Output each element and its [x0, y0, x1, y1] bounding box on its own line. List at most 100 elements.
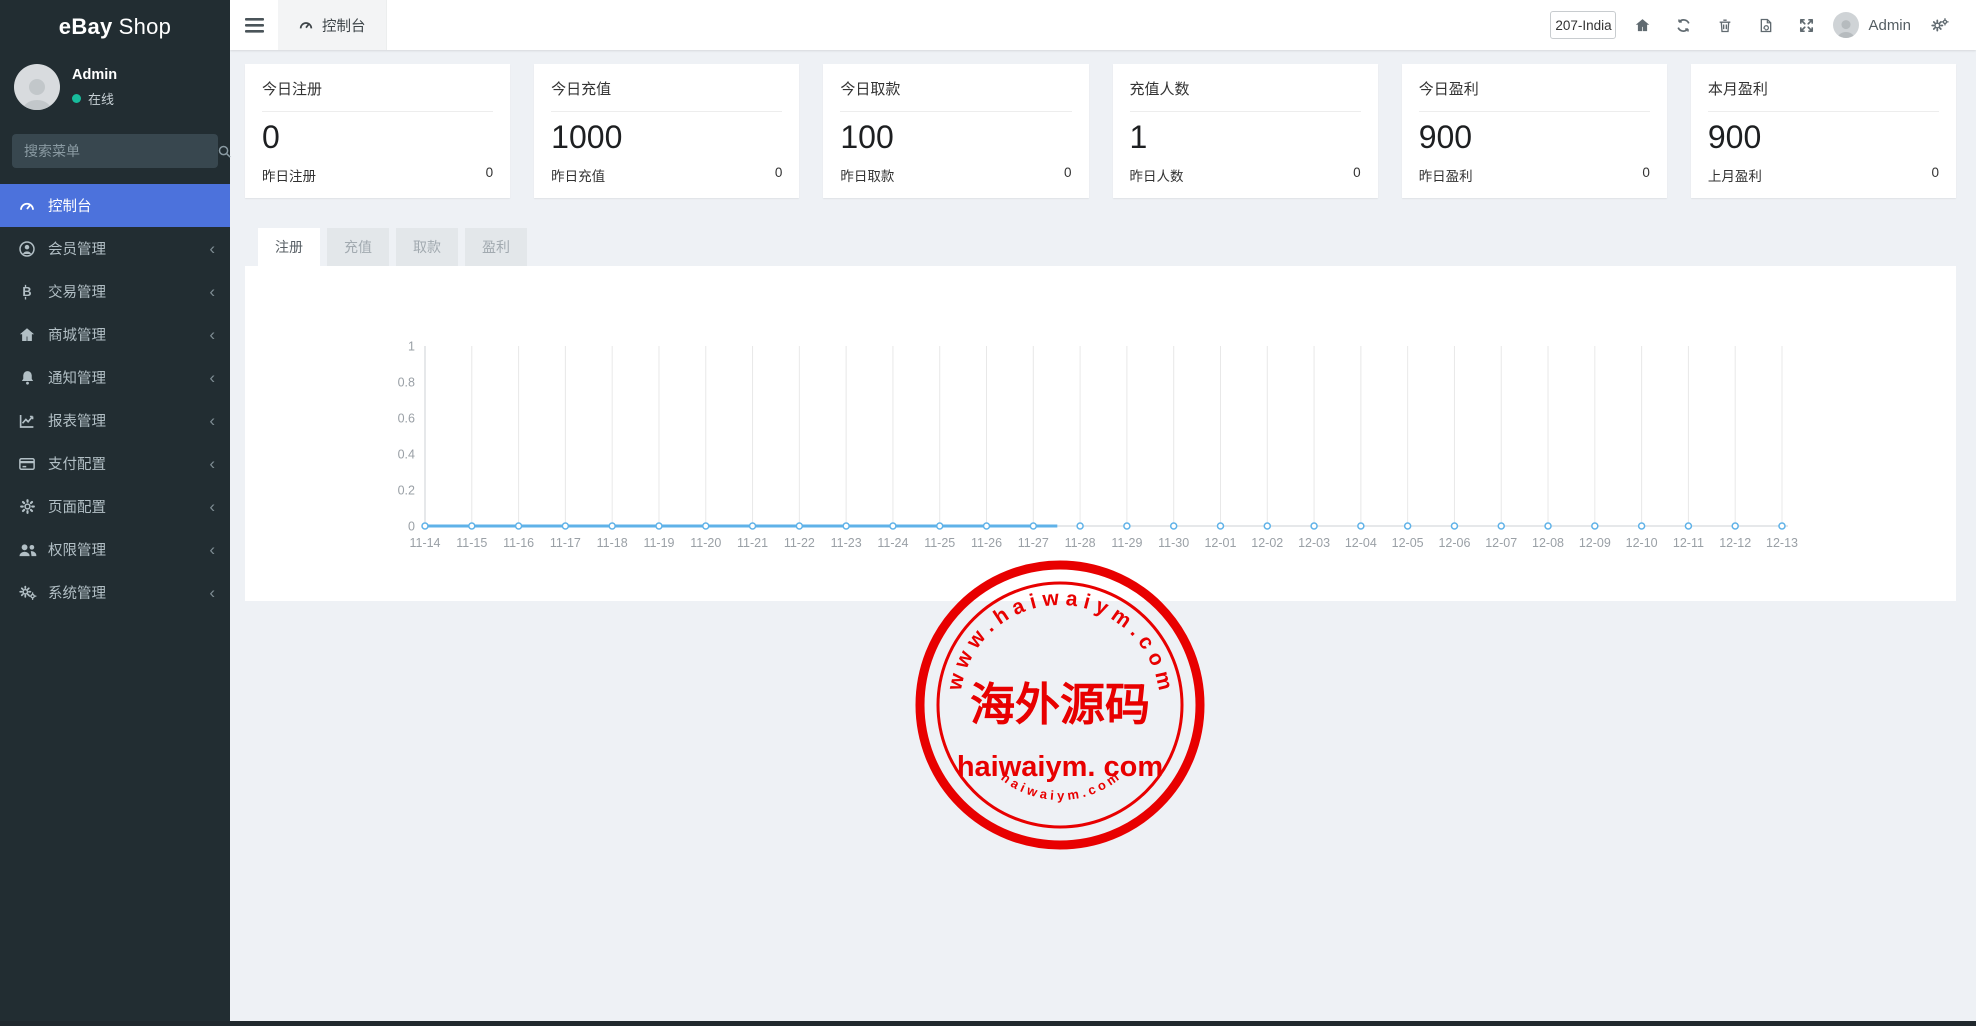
svg-text:12-05: 12-05: [1392, 536, 1424, 550]
chart-tabs: 注册 充值 取款 盈利: [245, 228, 1956, 266]
sidebar-item-label: 会员管理: [48, 238, 106, 259]
sidebar-item-reports[interactable]: 报表管理 ‹: [0, 399, 230, 442]
home-icon: [15, 326, 39, 344]
svg-text:11-16: 11-16: [503, 536, 534, 550]
admin-menu[interactable]: Admin: [1833, 12, 1911, 38]
chevron-left-icon: ‹: [209, 455, 215, 472]
sidebar-item-label: 权限管理: [48, 539, 106, 560]
sidebar-item-permissions[interactable]: 权限管理 ‹: [0, 528, 230, 571]
hamburger-menu-icon[interactable]: [230, 0, 278, 50]
tab-profit[interactable]: 盈利: [465, 228, 527, 266]
person-icon: [14, 70, 60, 110]
sidebar-item-payment-config[interactable]: 支付配置 ‹: [0, 442, 230, 485]
sidebar-item-label: 报表管理: [48, 410, 106, 431]
svg-text:11-15: 11-15: [456, 536, 487, 550]
users-icon: [15, 541, 39, 558]
tab-dashboard[interactable]: 控制台: [278, 0, 387, 50]
card-sub-label: 昨日充值: [551, 165, 605, 185]
svg-text:11-24: 11-24: [877, 536, 908, 550]
sidebar-item-transactions[interactable]: B 交易管理 ‹: [0, 270, 230, 313]
sidebar-item-label: 控制台: [48, 195, 92, 216]
svg-text:11-30: 11-30: [1158, 536, 1189, 550]
sidebar-item-dashboard[interactable]: 控制台: [0, 184, 230, 227]
sidebar-item-page-config[interactable]: 页面配置 ‹: [0, 485, 230, 528]
tab-register[interactable]: 注册: [258, 228, 320, 266]
fullscreen-icon[interactable]: [1786, 0, 1827, 50]
chevron-left-icon: ‹: [209, 240, 215, 257]
bell-icon: [15, 369, 39, 386]
user-status-label: 在线: [88, 89, 114, 108]
card-sub-label: 上月盈利: [1708, 165, 1762, 185]
sidebar-item-notifications[interactable]: 通知管理 ‹: [0, 356, 230, 399]
svg-text:11-29: 11-29: [1111, 536, 1142, 550]
region-input[interactable]: [1550, 11, 1616, 39]
svg-text:11-14: 11-14: [409, 536, 440, 550]
sidebar-item-label: 页面配置: [48, 496, 106, 517]
search-icon[interactable]: [217, 144, 232, 159]
user-panel: Admin 在线: [0, 54, 230, 116]
refresh-icon[interactable]: [1663, 0, 1704, 50]
card-sub-value: 0: [1642, 165, 1650, 185]
card-title: 充值人数: [1130, 78, 1361, 99]
card-value: 100: [840, 116, 1071, 159]
card-sub-value: 0: [1353, 165, 1361, 185]
topbar-tools: Admin: [1550, 0, 1976, 50]
search-input[interactable]: [12, 143, 217, 159]
svg-text:12-02: 12-02: [1251, 536, 1283, 550]
sidebar-item-label: 交易管理: [48, 281, 106, 302]
svg-text:11-18: 11-18: [597, 536, 628, 550]
card-title: 今日充值: [551, 78, 782, 99]
svg-text:11-21: 11-21: [737, 536, 768, 550]
card-value: 1: [1130, 116, 1361, 159]
avatar: [14, 64, 60, 110]
bottom-edge: [0, 1021, 1976, 1026]
tab-withdraw[interactable]: 取款: [396, 228, 458, 266]
admin-label: Admin: [1868, 17, 1911, 34]
sidebar: eBay Shop Admin 在线: [0, 0, 230, 1026]
stat-card-registrations: 今日注册 0 昨日注册 0: [245, 64, 510, 198]
card-sub-value: 0: [1064, 165, 1072, 185]
svg-text:11-17: 11-17: [550, 536, 581, 550]
sidebar-item-system[interactable]: 系统管理 ‹: [0, 571, 230, 614]
stat-card-withdrawals: 今日取款 100 昨日取款 0: [823, 64, 1088, 198]
svg-text:0.2: 0.2: [398, 484, 415, 498]
registrations-chart: 00.20.40.60.8111-1411-1511-1611-1711-181…: [245, 266, 1956, 601]
online-dot-icon: [72, 94, 81, 103]
divider: [1708, 111, 1939, 112]
cogs-icon[interactable]: [1919, 0, 1960, 50]
svg-text:12-10: 12-10: [1626, 536, 1658, 550]
svg-text:B: B: [22, 284, 31, 299]
svg-text:11-25: 11-25: [924, 536, 955, 550]
card-sub-value: 0: [486, 165, 494, 185]
card-sub-label: 昨日盈利: [1419, 165, 1473, 185]
home-icon[interactable]: [1622, 0, 1663, 50]
card-sub-label: 昨日取款: [840, 165, 894, 185]
chevron-left-icon: ‹: [209, 498, 215, 515]
file-refresh-icon[interactable]: [1745, 0, 1786, 50]
sidebar-item-mall[interactable]: 商城管理 ‹: [0, 313, 230, 356]
card-sub-value: 0: [775, 165, 783, 185]
gear-icon: [15, 498, 39, 515]
dashboard-icon: [15, 197, 39, 215]
svg-text:12-04: 12-04: [1345, 536, 1377, 550]
svg-text:12-13: 12-13: [1766, 536, 1798, 550]
line-chart-canvas: 00.20.40.60.8111-1411-1511-1611-1711-181…: [245, 266, 1956, 601]
divider: [551, 111, 782, 112]
svg-text:11-28: 11-28: [1065, 536, 1096, 550]
trash-icon[interactable]: [1704, 0, 1745, 50]
svg-text:0: 0: [408, 520, 415, 534]
divider: [1130, 111, 1361, 112]
svg-text:11-19: 11-19: [643, 536, 674, 550]
sidebar-item-members[interactable]: 会员管理 ‹: [0, 227, 230, 270]
card-value: 900: [1708, 116, 1939, 159]
tab-deposit[interactable]: 充值: [327, 228, 389, 266]
svg-text:12-08: 12-08: [1532, 536, 1564, 550]
svg-text:11-26: 11-26: [971, 536, 1002, 550]
divider: [1419, 111, 1650, 112]
svg-text:0.6: 0.6: [398, 412, 415, 426]
topbar: 控制台: [230, 0, 1976, 50]
credit-card-icon: [15, 455, 39, 473]
stat-card-profit-month: 本月盈利 900 上月盈利 0: [1691, 64, 1956, 198]
card-value: 1000: [551, 116, 782, 159]
card-sub-label: 昨日人数: [1130, 165, 1184, 185]
